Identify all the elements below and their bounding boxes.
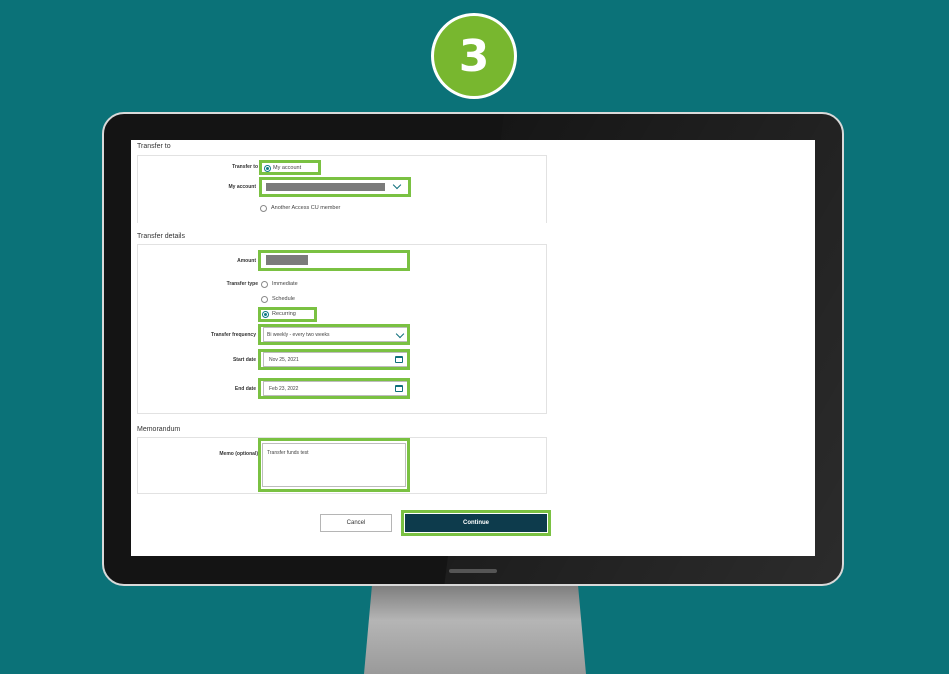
memorandum-section-title: Memorandum [137, 426, 181, 433]
schedule-option-label[interactable]: Schedule [272, 296, 295, 302]
memorandum-panel: Memo (optional) Transfer funds test [137, 437, 547, 494]
step-badge: 3 [431, 13, 517, 99]
start-date-label: Start date [232, 357, 256, 363]
my-account-select-highlight [259, 177, 411, 197]
cancel-button[interactable]: Cancel [320, 514, 392, 532]
memo-label: Memo (optional) [219, 451, 258, 457]
transfer-details-panel: Amount Transfer type Immediate Schedule … [137, 244, 547, 414]
transfer-frequency-highlight [258, 324, 410, 345]
memo-textarea-highlight [258, 438, 410, 492]
my-account-label: My account [228, 184, 256, 190]
amount-label: Amount [237, 258, 256, 264]
immediate-option-label[interactable]: Immediate [272, 281, 298, 287]
monitor-chin-slot [449, 569, 497, 573]
amount-input-highlight [258, 250, 410, 271]
immediate-radio[interactable] [261, 281, 268, 288]
transfer-details-section-title: Transfer details [137, 233, 185, 240]
end-date-highlight [258, 378, 410, 399]
end-date-label: End date [234, 386, 256, 392]
schedule-radio[interactable] [261, 296, 268, 303]
start-date-highlight [258, 349, 410, 370]
another-member-option-label[interactable]: Another Access CU member [271, 205, 340, 211]
transfer-to-label: Transfer to [232, 164, 258, 170]
continue-button-highlight [401, 510, 551, 536]
my-account-option-highlight [259, 160, 321, 175]
screen: Transfer to Transfer to My account My ac… [131, 140, 815, 556]
monitor-stand [364, 585, 586, 674]
another-member-radio[interactable] [260, 205, 267, 212]
recurring-option-highlight [258, 307, 317, 322]
transfer-type-label: Transfer type [226, 281, 258, 287]
step-number: 3 [458, 30, 490, 82]
transfer-frequency-label: Transfer frequency [210, 332, 256, 338]
transfer-to-panel: Transfer to My account My account Anothe… [137, 155, 547, 223]
transfer-to-section-title: Transfer to [137, 143, 171, 150]
